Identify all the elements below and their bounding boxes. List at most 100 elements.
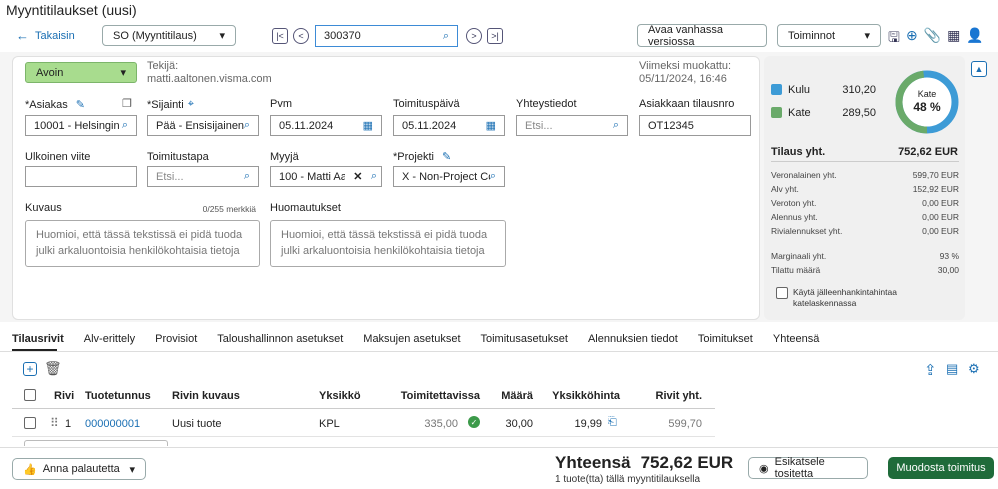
row-product-link[interactable]: 000000001 [85,418,140,430]
create-delivery-button[interactable]: Muodosta toimitus [888,457,994,479]
summary-row-value: 0,00 EUR [922,198,959,208]
tab-2[interactable]: Provisiot [155,333,197,345]
customer-order-label: Asiakkaan tilausnro [639,98,735,110]
row-total: 599,70 [668,418,702,430]
tab-6[interactable]: Alennuksien tiedot [588,333,678,345]
seller-field[interactable]: 100 - Matti Aa ✕ ⌕ [270,166,382,187]
row-available: 335,00 [424,418,458,430]
search-list-icon: ⌕ [370,170,377,182]
tab-5[interactable]: Toimitusasetukset [481,333,568,345]
last-record-icon[interactable]: >| [487,28,503,44]
back-link[interactable]: ← Takaisin [16,28,75,43]
calendar-icon: ▦ [485,120,496,132]
tab-1[interactable]: Alv-erittely [84,333,135,345]
calculator-icon[interactable]: ▦ [947,27,960,51]
scroll-indicator [24,440,168,446]
delivery-date-field[interactable]: 05.11.2024 ▦ [393,115,505,136]
location-label: *Sijainti [147,98,184,111]
drag-handle-icon[interactable]: ⠿ [50,416,59,430]
summary-row-value: 0,00 EUR [922,212,959,222]
location-field[interactable]: Pää - Ensisijainen ⌕ [147,115,259,136]
upload-icon[interactable]: ⇪ [924,361,937,379]
chevron-down-icon: ▾ [129,463,135,476]
contact-field[interactable]: Etsi... ⌕ [516,115,628,136]
summary-row: Veroton yht. 0,00 EUR [771,198,959,212]
tab-8[interactable]: Yhteensä [773,333,819,345]
feedback-button[interactable]: 👍 Anna palautetta ▾ [12,458,146,480]
delete-row-icon[interactable]: 🗑 [44,360,62,377]
project-field[interactable]: X - Non-Project Co ⌕ [393,166,505,187]
location-pin-icon[interactable]: ⌖ [188,98,194,111]
edit-pencil-icon[interactable]: ✎ [442,150,451,163]
margin-value: 289,50 [842,107,876,119]
notes-textarea[interactable]: Huomioi, että tässä tekstissä ei pidä tu… [270,220,506,267]
contact-label: Yhteystiedot [516,98,577,110]
next-record-icon[interactable]: > [466,28,482,44]
user-settings-icon[interactable]: 👤 [966,27,983,51]
order-type-select[interactable]: SO (Myyntitilaus) ▾ [102,25,236,46]
eye-icon: ◉ [759,462,769,475]
footer-lines-info: 1 tuote(tta) tällä myyntitilauksella [555,474,701,485]
row-checkbox[interactable] [24,417,36,429]
search-list-icon: ⌕ [612,119,619,131]
col-product: Tuotetunnus [85,390,151,402]
summary-row: Alv yht. 152,92 EUR [771,184,959,198]
chevron-down-icon: ▾ [864,30,870,42]
price-info-icon[interactable]: ⎗ [608,416,617,429]
clear-x-icon[interactable]: ✕ [353,170,362,183]
excel-export-icon[interactable]: ▤ [946,361,958,377]
tab-0[interactable]: Tilausrivit [12,333,64,345]
delivery-method-label: Toimitustapa [147,151,209,163]
search-list-icon: ⌕ [243,170,250,182]
prev-record-icon[interactable]: < [293,28,309,44]
first-record-icon[interactable]: |< [272,28,288,44]
donut-percent: 48 % [913,100,941,114]
open-old-version-button[interactable]: Avaa vanhassa versiossa [637,24,767,48]
customer-order-field[interactable]: OT12345 [639,115,751,136]
select-all-checkbox[interactable] [24,389,36,401]
footer-total-label: Yhteensä [555,453,631,472]
description-textarea[interactable]: Huomioi, että tässä tekstissä ei pidä tu… [25,220,260,267]
status-select[interactable]: Avoin ▾ [25,62,137,83]
tab-4[interactable]: Maksujen asetukset [363,333,460,345]
save-icon[interactable]: 🖫 [888,27,900,51]
add-icon[interactable]: ⊕ [906,27,918,51]
order-header-card [12,56,760,320]
add-row-icon[interactable]: + [23,362,37,376]
delivery-method-field[interactable]: Etsi... ⌕ [147,166,259,187]
summary-row-label: Veronalainen yht. [771,170,837,180]
reuse-price-checkbox[interactable] [776,287,788,299]
seller-label: Myyjä [270,151,299,163]
cost-label: Kulu [788,84,811,96]
edit-pencil-icon[interactable]: ✎ [76,98,85,111]
col-total: Rivit yht. [655,390,702,402]
available-check-icon: ✓ [468,416,480,428]
preview-document-button[interactable]: ◉ Esikatsele tositetta [748,456,868,480]
customer-field[interactable]: 10001 - Helsingin ⌕ [25,115,137,136]
summary-row-value: 93 % [939,251,959,261]
copy-icon[interactable]: ❐ [122,97,132,110]
summary-row-value: 30,00 [937,265,959,275]
project-label: *Projekti [393,150,434,163]
summary-row-label: Marginaali yht. [771,251,827,261]
summary-row: Rivialennukset yht. 0,00 EUR [771,226,959,240]
col-unit: Yksikkö [319,390,361,402]
tab-7[interactable]: Toimitukset [698,333,753,345]
summary-row: Veronalainen yht. 599,70 EUR [771,170,959,184]
actions-menu[interactable]: Toiminnot ▾ [777,24,881,47]
tab-3[interactable]: Taloushallinnon asetukset [217,333,343,345]
ext-ref-field[interactable] [25,166,137,187]
summary-row-value: 152,92 EUR [912,184,959,194]
collapse-chevron-icon[interactable]: ▲ [971,61,987,77]
tab-bar: Tilausrivit Alv-erittely Provisiot Talousha… [12,333,839,345]
chevron-down-icon: ▾ [120,67,126,79]
date-field[interactable]: 05.11.2024 ▦ [270,115,382,136]
col-available: Toimitettavissa [400,390,480,402]
footer-total-value: 752,62 EUR [640,453,734,472]
calendar-icon: ▦ [362,120,373,132]
order-number-field[interactable]: 300370 ⌕ [315,25,458,47]
column-settings-icon[interactable]: ⚙ [968,361,980,377]
attachment-icon[interactable]: 📎 [924,27,941,51]
row-unit: KPL [319,418,340,430]
summary-row-value: 0,00 EUR [922,226,959,236]
